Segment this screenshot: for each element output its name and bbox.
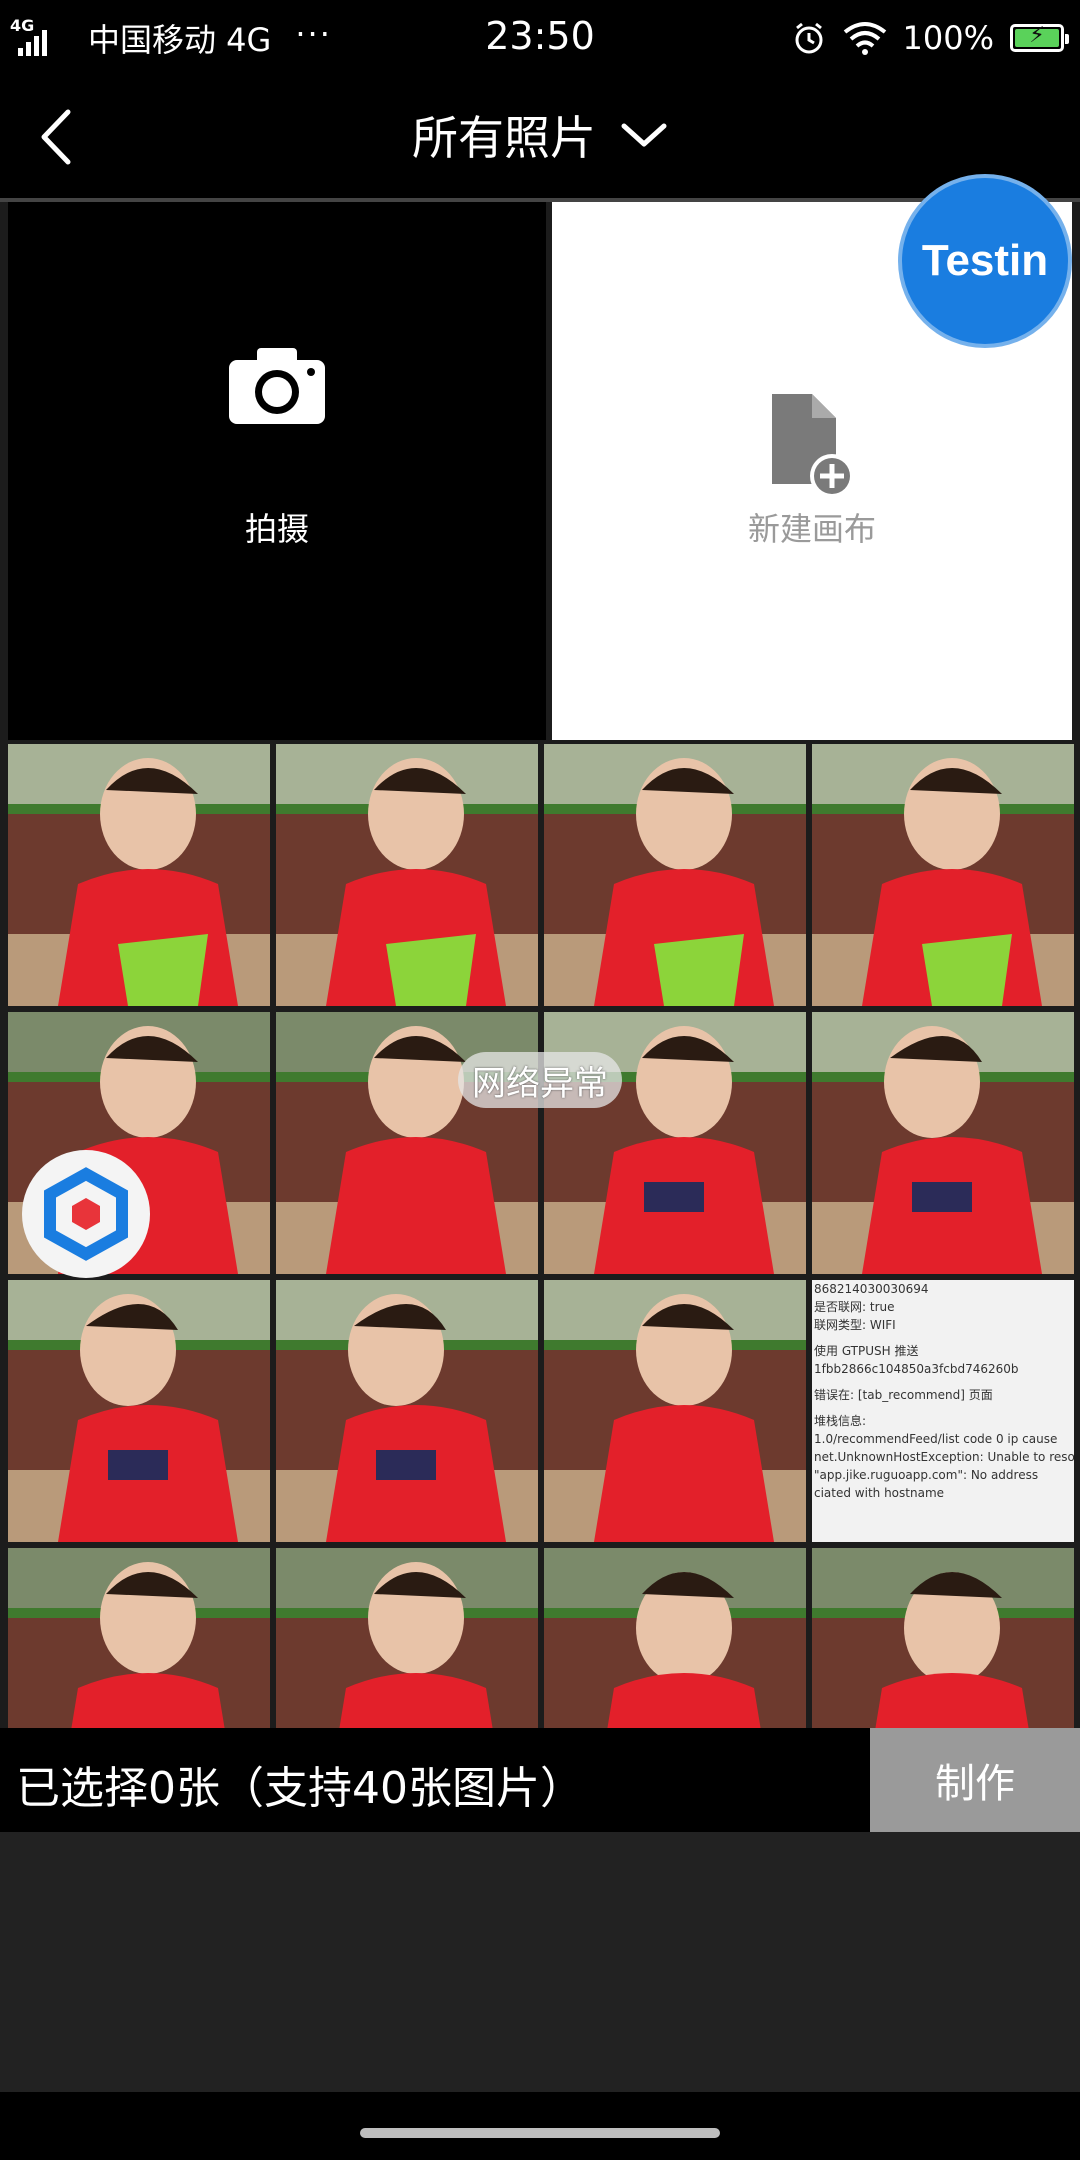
photo-image [8, 1280, 270, 1542]
navigation-bar [0, 2092, 1080, 2160]
photo-thumbnail[interactable] [812, 1012, 1074, 1274]
screenshot-text-line: 错误在: [tab_recommend] 页面 [814, 1388, 993, 1402]
battery-percentage: 100% [902, 19, 994, 57]
photo-image [544, 1280, 806, 1542]
photo-image [276, 1280, 538, 1542]
selection-bar: 已选择0张（支持40张图片） 制作 [0, 1728, 1080, 1832]
take-photo-tile[interactable]: 拍摄 [8, 202, 546, 740]
hexagon-logo-icon [44, 1167, 128, 1261]
new-canvas-label: 新建画布 [747, 510, 876, 548]
new-file-icon [772, 394, 854, 498]
selection-count-label: 已选择0张（支持40张图片） [16, 1763, 584, 1814]
wifi-icon [843, 22, 886, 55]
empty-panel [0, 1832, 1080, 2092]
alarm-icon [795, 22, 823, 54]
photo-thumbnail[interactable] [8, 1280, 270, 1542]
camera-icon [229, 348, 325, 424]
page-title: 所有照片 [412, 111, 596, 165]
photo-image [276, 744, 538, 1006]
photo-picker-grid: 拍摄 新建画布 868214030030694 是否联网: true 联网类型: W… [0, 202, 1080, 1728]
screenshot-text-line: 使用 GTPUSH 推送 [814, 1344, 919, 1358]
battery-charging-icon: ⚡ [1010, 23, 1069, 52]
photo-image [812, 1548, 1074, 1728]
photo-image [276, 1548, 538, 1728]
photo-thumbnail[interactable] [8, 744, 270, 1006]
screenshot-text-line: 堆栈信息: [814, 1414, 867, 1428]
screenshot-thumbnail[interactable]: 868214030030694 是否联网: true 联网类型: WIFI 使用 GT… [812, 1280, 1074, 1542]
photo-list: 868214030030694 是否联网: true 联网类型: WIFI 使用 GT… [8, 744, 1074, 1728]
photo-thumbnail[interactable] [276, 1280, 538, 1542]
photo-thumbnail[interactable] [8, 1548, 270, 1728]
testin-floating-button[interactable]: Testin [898, 174, 1072, 348]
take-photo-label: 拍摄 [244, 510, 309, 548]
make-button[interactable]: 制作 [870, 1728, 1080, 1832]
screenshot-text-line: ciated with hostname [814, 1486, 945, 1500]
screenshot-text-line: net.UnknownHostException: Unable to reso [814, 1450, 1074, 1464]
chevron-down-icon [621, 123, 667, 147]
photo-image [8, 744, 270, 1006]
status-bar: 4G 中国移动 4G ··· 23:50 100% ⚡ [0, 0, 1080, 74]
photo-thumbnail[interactable] [276, 1548, 538, 1728]
photo-thumbnail[interactable] [544, 1548, 806, 1728]
photo-image [544, 1548, 806, 1728]
photo-image [544, 744, 806, 1006]
screenshot-text-line: 联网类型: WIFI [814, 1318, 896, 1332]
screenshot-text-line: 1.0/recommendFeed/list code 0 ip cause [814, 1432, 1058, 1446]
photo-thumbnail[interactable] [812, 1548, 1074, 1728]
screenshot-text-line: "app.jike.ruguoapp.com": No address [814, 1468, 1039, 1482]
photo-image [8, 1548, 270, 1728]
screenshot-text-line: 868214030030694 [814, 1282, 929, 1296]
album-selector[interactable]: 所有照片 [0, 102, 1080, 168]
home-indicator[interactable] [360, 2128, 720, 2138]
app-header: 所有照片 [0, 74, 1080, 198]
photo-thumbnail[interactable] [812, 744, 1074, 1006]
network-error-toast: 网络异常 [458, 1052, 622, 1108]
photo-thumbnail[interactable] [276, 744, 538, 1006]
photo-thumbnail[interactable] [544, 744, 806, 1006]
photo-thumbnail[interactable] [544, 1280, 806, 1542]
photo-image [812, 744, 1074, 1006]
screenshot-text-line: 是否联网: true [814, 1300, 895, 1314]
screenshot-text-line: 1fbb2866c104850a3fcbd746260b [814, 1362, 1019, 1376]
assistive-ball[interactable] [22, 1150, 150, 1278]
photo-image [812, 1012, 1074, 1274]
